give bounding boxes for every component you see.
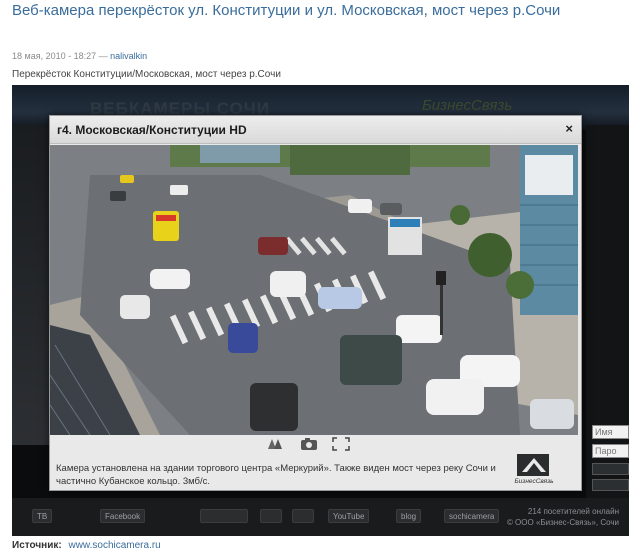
post-meta: 18 мая, 2010 - 18:27 — nalivalkin <box>12 51 147 61</box>
source-label: Источник: <box>12 540 62 551</box>
dark-red-car <box>258 237 288 255</box>
white-car <box>150 269 190 289</box>
biznessvyaz-logo: БизнесСвязь <box>494 452 574 488</box>
footer-blog-link[interactable]: blog <box>396 509 422 523</box>
login-username-input[interactable] <box>592 425 629 439</box>
footer-copyright: © ООО «Бизнес-Связь», Сочи <box>506 518 619 527</box>
post-author-link[interactable]: nalivalkin <box>110 51 147 61</box>
distant-car <box>348 199 372 213</box>
login-panel <box>586 125 629 505</box>
snapshot-camera-icon[interactable] <box>299 437 319 451</box>
camera-switch-icon[interactable] <box>266 437 286 451</box>
distant-car <box>170 185 188 195</box>
online-counter: 214 посетителей онлайн <box>527 507 619 516</box>
source-link[interactable]: www.sochicamera.ru <box>68 540 160 551</box>
login-password-input[interactable] <box>592 444 629 458</box>
distant-car <box>110 191 126 201</box>
distant-car <box>120 175 134 183</box>
footer-youtube-link[interactable]: YouTube <box>328 509 370 523</box>
blue-car <box>228 323 258 353</box>
white-car <box>426 379 484 415</box>
white-car <box>120 295 150 319</box>
sponsor-logo: БизнесСвязь <box>422 97 513 114</box>
footer-tv-link[interactable]: ТВ <box>32 509 53 523</box>
footer-social-link-3[interactable] <box>292 509 314 523</box>
white-car <box>396 315 442 343</box>
camera-video-feed[interactable] <box>50 145 578 435</box>
fullscreen-icon[interactable] <box>331 437 351 451</box>
distant-car <box>380 203 402 215</box>
silver-car <box>530 399 574 429</box>
dialog-title: г4. Московская/Конституции HD <box>57 123 247 137</box>
close-icon[interactable]: × <box>565 121 573 136</box>
embed-footer: ТВ Facebook YouTube blog sochicamera 214… <box>12 498 629 536</box>
footer-facebook-link[interactable]: Facebook <box>100 509 146 523</box>
login-submit-button[interactable] <box>592 463 629 475</box>
camera-dialog: г4. Московская/Конституции HD × Камера у… <box>49 115 582 491</box>
meta-separator: — <box>98 51 108 61</box>
post-caption: Перекрёсток Конституции/Московская, мост… <box>12 69 281 80</box>
black-car <box>250 383 298 431</box>
police-car <box>318 287 362 309</box>
post-date: 18 мая, 2010 - 18:27 <box>12 51 97 61</box>
dialog-header: г4. Московская/Конституции HD × <box>50 116 581 144</box>
register-button[interactable] <box>592 479 629 491</box>
intersection-scene <box>50 145 578 435</box>
brand-text: БизнесСвязь <box>514 478 554 485</box>
background-building <box>12 125 52 445</box>
white-car <box>270 271 306 297</box>
footer-social-link[interactable] <box>200 509 248 523</box>
footer-social-link-2[interactable] <box>260 509 282 523</box>
dark-van <box>340 335 402 385</box>
camera-description: Камера установлена на здании торгового ц… <box>56 463 496 487</box>
post-title[interactable]: Веб-камера перекрёсток ул. Конституции и… <box>12 2 560 19</box>
source-line: Источник: www.sochicamera.ru <box>12 540 161 551</box>
footer-sochicamera-link[interactable]: sochicamera <box>444 509 500 523</box>
